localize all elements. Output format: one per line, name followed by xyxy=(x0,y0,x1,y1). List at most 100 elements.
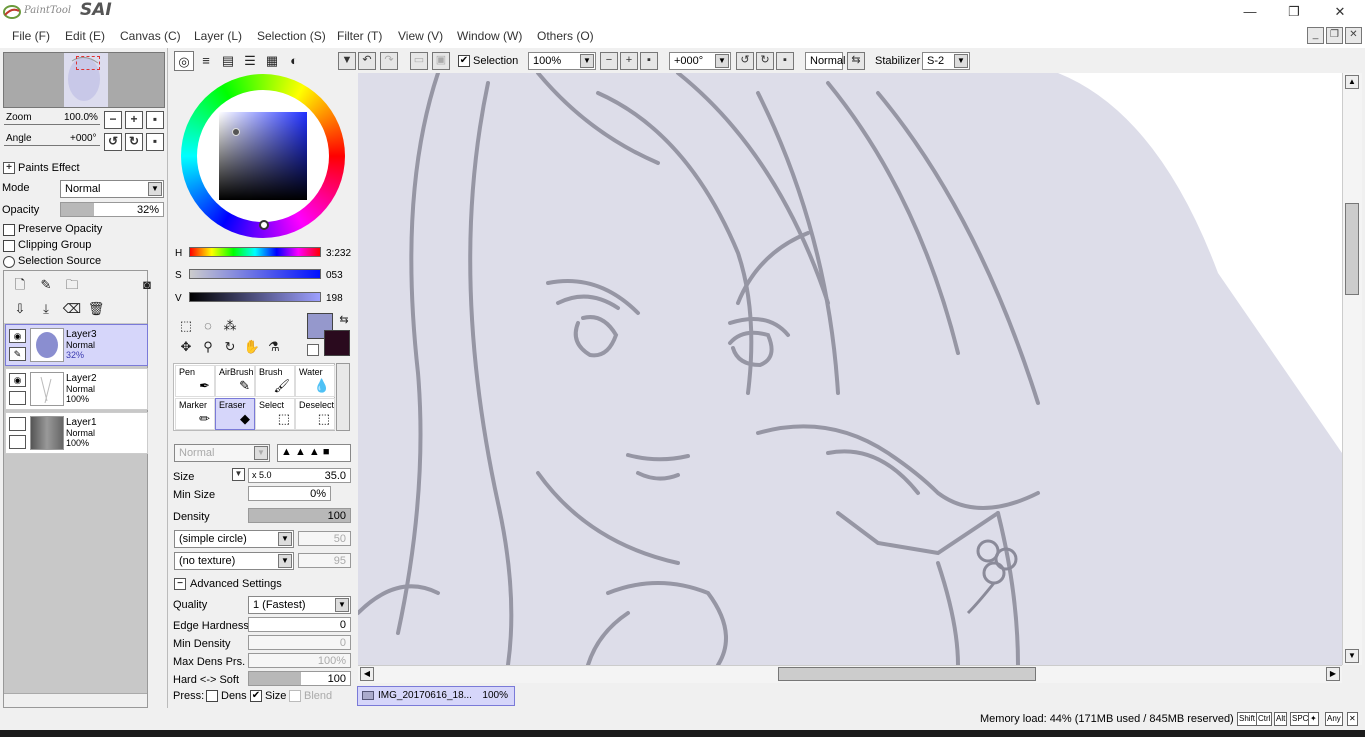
color-wheel[interactable] xyxy=(181,74,345,238)
selection-source-radio[interactable] xyxy=(3,256,15,268)
mdi-minimize-button[interactable]: _ xyxy=(1307,27,1324,44)
brush-eraser[interactable]: Eraser ◆ xyxy=(215,398,255,430)
min-size-slider[interactable]: 0% xyxy=(248,486,331,501)
brush-blend-select[interactable]: Normal ▼ xyxy=(174,444,270,462)
menu-window[interactable]: Window (W) xyxy=(457,29,522,43)
saturation-slider[interactable] xyxy=(189,269,321,279)
saturation-value-square[interactable] xyxy=(219,112,307,200)
zoom-reset-icon[interactable]: ▪ xyxy=(640,52,658,70)
scroll-right-arrow-icon[interactable]: ▶ xyxy=(1326,667,1340,681)
brush-select[interactable]: Select ⬚ xyxy=(255,398,295,430)
density-slider[interactable]: 100 xyxy=(248,508,351,523)
eyedropper-icon[interactable]: ⚗ xyxy=(264,337,284,357)
layer-lock-toggle[interactable] xyxy=(9,435,26,449)
scratchpad-tab-icon[interactable]: ◐ xyxy=(284,51,304,71)
redo-icon[interactable]: ↷ xyxy=(380,52,398,70)
brush-grid-scrollbar[interactable] xyxy=(336,363,350,431)
new-folder-icon[interactable]: 🗀 xyxy=(62,275,82,295)
advanced-collapse-icon[interactable]: − xyxy=(174,578,186,590)
rotate-icon[interactable]: ↻ xyxy=(220,337,240,357)
menu-canvas[interactable]: Canvas (C) xyxy=(120,29,181,43)
layer-lock-toggle[interactable] xyxy=(9,391,26,405)
rgb-slider-tab-icon[interactable]: ≡ xyxy=(196,51,216,71)
selection-visible-checkbox[interactable]: ✔ xyxy=(458,55,470,67)
paints-effect-expand-icon[interactable]: + xyxy=(3,162,15,174)
delete-layer-icon[interactable]: 🗑 xyxy=(86,299,106,319)
lasso-icon[interactable]: ◌ xyxy=(198,316,218,336)
edge-hardness-slider[interactable]: 0 xyxy=(248,617,351,632)
menu-selection[interactable]: Selection (S) xyxy=(257,29,326,43)
stabilizer-select[interactable]: S-2 ▼ xyxy=(922,52,970,70)
scroll-up-arrow-icon[interactable]: ▲ xyxy=(1345,75,1359,89)
document-tab[interactable]: IMG_20170616_18... 100% xyxy=(357,686,515,706)
eye-icon[interactable]: ◉ xyxy=(9,373,26,387)
minimize-button[interactable]: — xyxy=(1227,0,1273,24)
eye-icon[interactable]: ◉ xyxy=(9,329,26,343)
size-slider[interactable]: x 5.0 35.0 xyxy=(248,468,351,483)
zoom-select[interactable]: 100% ▼ xyxy=(528,52,596,70)
layer-row[interactable]: ◉ Layer2 Normal 100% xyxy=(5,368,148,410)
color-wheel-tab-icon[interactable]: ◎ xyxy=(174,51,194,71)
resize-grip-icon[interactable]: ✕ xyxy=(1347,712,1358,726)
hue-slider[interactable] xyxy=(189,247,321,257)
brush-deselect[interactable]: Deselect ⬚ xyxy=(295,398,335,430)
horizontal-scroll-thumb[interactable] xyxy=(778,667,1036,681)
zoom-slider[interactable] xyxy=(4,124,100,125)
angle-slider[interactable] xyxy=(4,145,100,146)
undo-icon[interactable]: ↶ xyxy=(358,52,376,70)
layer-row[interactable]: Layer1 Normal 100% xyxy=(5,412,148,454)
deselect-icon[interactable]: ▭ xyxy=(410,52,428,70)
brush-marker[interactable]: Marker ✏ xyxy=(175,398,215,430)
size-multiplier-dropdown-icon[interactable]: ▼ xyxy=(232,468,245,481)
invert-selection-icon[interactable]: ▣ xyxy=(432,52,450,70)
brush-texture-select[interactable]: (no texture) ▼ xyxy=(174,552,294,570)
menu-filter[interactable]: Filter (T) xyxy=(337,29,382,43)
color-swatches-tab-icon[interactable]: ☰ xyxy=(240,51,260,71)
canvas-vertical-scrollbar[interactable]: ▲ ▼ xyxy=(1342,73,1362,665)
brush-airbrush[interactable]: AirBrush ✎ xyxy=(215,365,255,397)
press-size-checkbox[interactable]: ✔ xyxy=(250,690,262,702)
layer-visibility-toggle[interactable] xyxy=(9,417,26,431)
angle-select[interactable]: +000° ▼ xyxy=(669,52,731,70)
toolbar-menu-icon[interactable]: ▼ xyxy=(338,52,356,70)
menu-edit[interactable]: Edit (E) xyxy=(65,29,105,43)
menu-view[interactable]: View (V) xyxy=(398,29,443,43)
zoom-in-button[interactable]: + xyxy=(125,111,143,129)
background-color-swatch[interactable] xyxy=(324,330,350,356)
hsv-slider-tab-icon[interactable]: ▤ xyxy=(218,51,238,71)
max-dens-slider[interactable]: 100% xyxy=(248,653,351,668)
shape-strength-slider[interactable]: 50 xyxy=(298,531,351,546)
new-linework-layer-icon[interactable]: ✎ xyxy=(36,275,56,295)
min-density-slider[interactable]: 0 xyxy=(248,635,351,650)
rotate-left-button[interactable]: ↺ xyxy=(104,133,122,151)
rotate-reset-icon[interactable]: ▪ xyxy=(776,52,794,70)
flip-horizontal-icon[interactable]: ⇆ xyxy=(847,52,865,70)
brush-water[interactable]: Water 💧 xyxy=(295,365,335,397)
magic-wand-icon[interactable]: ⁂ xyxy=(220,316,240,336)
view-blend-mode[interactable]: Normal xyxy=(805,52,845,70)
mdi-restore-button[interactable]: ❐ xyxy=(1326,27,1343,44)
brush-shape-select[interactable]: (simple circle) ▼ xyxy=(174,530,294,548)
default-colors-icon[interactable] xyxy=(307,344,319,356)
menu-layer[interactable]: Layer (L) xyxy=(194,29,242,43)
swap-colors-icon[interactable]: ⇆ xyxy=(334,310,354,330)
mdi-close-button[interactable]: ✕ xyxy=(1345,27,1362,44)
zoom-out-button[interactable]: − xyxy=(104,111,122,129)
drawing-canvas[interactable] xyxy=(358,73,1342,665)
scroll-down-arrow-icon[interactable]: ▼ xyxy=(1345,649,1359,663)
value-slider[interactable] xyxy=(189,292,321,302)
texture-strength-slider[interactable]: 95 xyxy=(298,553,351,568)
menu-others[interactable]: Others (O) xyxy=(537,29,594,43)
navigator-preview[interactable] xyxy=(3,52,165,108)
preserve-opacity-checkbox[interactable] xyxy=(3,224,15,236)
menu-file[interactable]: File (F) xyxy=(12,29,50,43)
zoom-in-icon[interactable]: + xyxy=(620,52,638,70)
layer-mask-icon[interactable]: ◙ xyxy=(137,275,157,295)
merge-down-icon[interactable]: ⤓ xyxy=(36,299,56,319)
clear-layer-icon[interactable]: ⌫ xyxy=(62,299,82,319)
zoom-out-icon[interactable]: − xyxy=(600,52,618,70)
press-blend-checkbox[interactable] xyxy=(289,690,301,702)
hard-soft-slider[interactable]: 100 xyxy=(248,671,351,686)
rotate-ccw-icon[interactable]: ↺ xyxy=(736,52,754,70)
close-button[interactable]: ✕ xyxy=(1317,0,1363,24)
